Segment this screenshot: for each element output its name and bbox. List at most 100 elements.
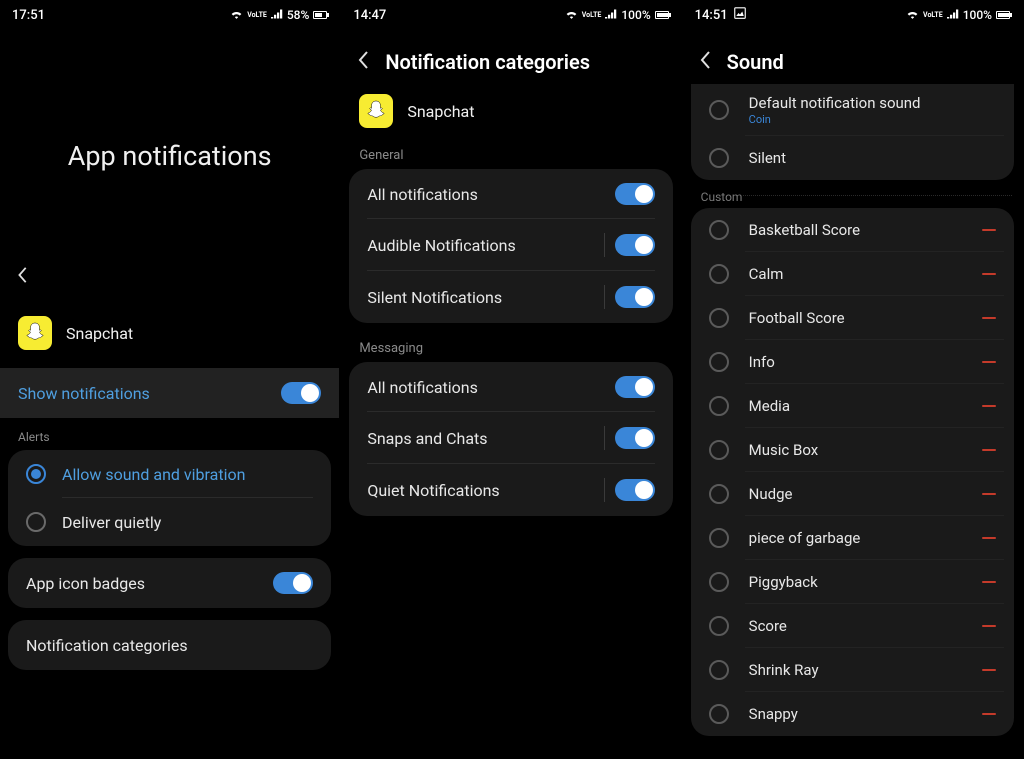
messaging-section-label: Messaging bbox=[341, 335, 680, 362]
custom-sound-row[interactable]: Score bbox=[691, 604, 1014, 648]
battery-icon bbox=[996, 11, 1010, 19]
back-button[interactable] bbox=[699, 50, 713, 74]
general-silent-row[interactable]: Silent Notifications bbox=[349, 271, 672, 323]
page-header: Sound bbox=[683, 30, 1022, 84]
custom-sound-list: Basketball ScoreCalmFootball ScoreInfoMe… bbox=[691, 208, 1014, 736]
custom-sound-row[interactable]: Football Score bbox=[691, 296, 1014, 340]
custom-sound-row[interactable]: Basketball Score bbox=[691, 208, 1014, 252]
wifi-icon bbox=[906, 8, 919, 22]
messaging-quiet-toggle[interactable] bbox=[615, 479, 655, 501]
remove-icon[interactable] bbox=[982, 625, 996, 627]
deliver-quietly-row[interactable]: Deliver quietly bbox=[8, 498, 331, 546]
radio-unchecked-icon bbox=[709, 528, 729, 548]
signal-icon bbox=[947, 8, 959, 22]
page-title: Notification categories bbox=[385, 50, 590, 74]
deliver-quietly-label: Deliver quietly bbox=[62, 513, 161, 532]
battery-percent: 100% bbox=[963, 8, 992, 22]
messaging-quiet-row[interactable]: Quiet Notifications bbox=[349, 464, 672, 516]
messaging-all-label: All notifications bbox=[367, 378, 478, 397]
messaging-all-toggle[interactable] bbox=[615, 376, 655, 398]
custom-section-label: Custom bbox=[683, 184, 1022, 206]
back-button[interactable] bbox=[357, 50, 371, 74]
custom-sound-row[interactable]: Media bbox=[691, 384, 1014, 428]
remove-icon[interactable] bbox=[982, 581, 996, 583]
custom-sound-row[interactable]: piece of garbage bbox=[691, 516, 1014, 560]
notification-categories-row[interactable]: Notification categories bbox=[8, 620, 331, 670]
remove-icon[interactable] bbox=[982, 317, 996, 319]
messaging-snaps-label: Snaps and Chats bbox=[367, 429, 487, 448]
radio-unchecked-icon bbox=[709, 616, 729, 636]
general-audible-row[interactable]: Audible Notifications bbox=[349, 219, 672, 271]
custom-sound-row[interactable]: Nudge bbox=[691, 472, 1014, 516]
custom-sound-label: piece of garbage bbox=[749, 529, 861, 547]
status-right: VoLTE 58% bbox=[230, 8, 327, 22]
screen-notification-categories: 14:47 VoLTE 100% Notification categories… bbox=[341, 0, 682, 759]
custom-sound-label: Snappy bbox=[749, 705, 798, 723]
app-name: Snapchat bbox=[407, 102, 474, 121]
picture-icon bbox=[734, 7, 746, 23]
radio-unchecked-icon bbox=[709, 352, 729, 372]
general-all-label: All notifications bbox=[367, 185, 478, 204]
custom-sound-label: Music Box bbox=[749, 441, 819, 459]
volte-icon: VoLTE bbox=[923, 12, 943, 19]
volte-icon: VoLTE bbox=[582, 12, 602, 19]
general-silent-toggle[interactable] bbox=[615, 286, 655, 308]
radio-unchecked-icon bbox=[709, 704, 729, 724]
radio-unchecked-icon bbox=[709, 660, 729, 680]
radio-unchecked-icon bbox=[709, 484, 729, 504]
app-name: Snapchat bbox=[66, 324, 133, 343]
show-notifications-row[interactable]: Show notifications bbox=[0, 368, 339, 418]
allow-sound-label: Allow sound and vibration bbox=[62, 465, 245, 484]
custom-sound-row[interactable]: Music Box bbox=[691, 428, 1014, 472]
radio-unchecked-icon bbox=[709, 148, 729, 168]
app-icon-badges-toggle[interactable] bbox=[273, 572, 313, 594]
status-bar: 17:51 VoLTE 58% bbox=[0, 0, 339, 30]
app-icon-badges-label: App icon badges bbox=[26, 574, 145, 593]
remove-icon[interactable] bbox=[982, 537, 996, 539]
battery-icon bbox=[313, 11, 327, 19]
radio-unchecked-icon bbox=[709, 396, 729, 416]
general-all-toggle[interactable] bbox=[615, 183, 655, 205]
show-notifications-toggle[interactable] bbox=[281, 382, 321, 404]
radio-unchecked-icon bbox=[709, 308, 729, 328]
remove-icon[interactable] bbox=[982, 713, 996, 715]
app-icon-badges-row[interactable]: App icon badges bbox=[8, 558, 331, 608]
messaging-snaps-row[interactable]: Snaps and Chats bbox=[349, 412, 672, 464]
remove-icon[interactable] bbox=[982, 669, 996, 671]
custom-sound-row[interactable]: Snappy bbox=[691, 692, 1014, 736]
allow-sound-row[interactable]: Allow sound and vibration bbox=[8, 450, 331, 498]
custom-sound-row[interactable]: Piggyback bbox=[691, 560, 1014, 604]
remove-icon[interactable] bbox=[982, 273, 996, 275]
remove-icon[interactable] bbox=[982, 493, 996, 495]
default-sound-row[interactable]: Default notification sound Coin bbox=[691, 84, 1014, 136]
screen-app-notifications: 17:51 VoLTE 58% App notifications Snapch… bbox=[0, 0, 341, 759]
general-audible-toggle[interactable] bbox=[615, 234, 655, 256]
messaging-quiet-label: Quiet Notifications bbox=[367, 481, 499, 500]
custom-sound-row[interactable]: Info bbox=[691, 340, 1014, 384]
general-section-label: General bbox=[341, 142, 680, 169]
remove-icon[interactable] bbox=[982, 361, 996, 363]
wifi-icon bbox=[565, 8, 578, 22]
page-title: Sound bbox=[727, 50, 784, 74]
remove-icon[interactable] bbox=[982, 229, 996, 231]
messaging-snaps-toggle[interactable] bbox=[615, 427, 655, 449]
custom-sound-row[interactable]: Shrink Ray bbox=[691, 648, 1014, 692]
remove-icon[interactable] bbox=[982, 449, 996, 451]
remove-icon[interactable] bbox=[982, 405, 996, 407]
general-audible-label: Audible Notifications bbox=[367, 236, 515, 255]
messaging-all-row[interactable]: All notifications bbox=[349, 362, 672, 412]
default-sound-label: Default notification sound bbox=[749, 94, 921, 112]
battery-icon bbox=[655, 11, 669, 19]
custom-sound-row[interactable]: Calm bbox=[691, 252, 1014, 296]
notification-categories-label: Notification categories bbox=[26, 636, 188, 655]
status-right: VoLTE 100% bbox=[565, 8, 669, 22]
status-time: 14:51 bbox=[695, 8, 728, 23]
radio-unchecked-icon bbox=[26, 512, 46, 532]
general-all-row[interactable]: All notifications bbox=[349, 169, 672, 219]
silent-row[interactable]: Silent bbox=[691, 136, 1014, 180]
signal-icon bbox=[605, 8, 617, 22]
back-button[interactable] bbox=[0, 262, 339, 306]
signal-icon bbox=[271, 8, 283, 22]
custom-sound-label: Score bbox=[749, 617, 787, 635]
snapchat-icon bbox=[359, 94, 393, 128]
